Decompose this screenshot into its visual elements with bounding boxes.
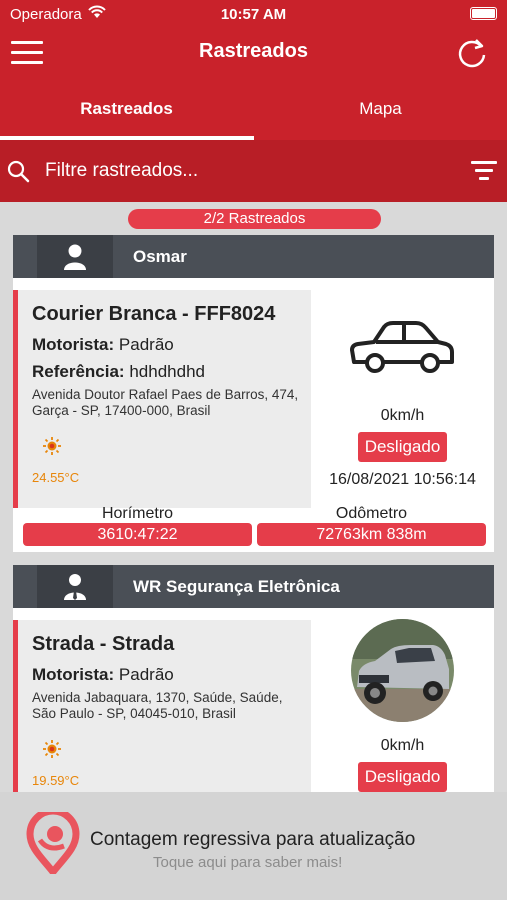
tab-rastreados[interactable]: Rastreados [0,78,253,140]
temperature: 19.59°C [32,773,80,788]
driver-value: Padrão [118,335,174,354]
car-photo [351,619,454,722]
group-icon-box [37,565,113,608]
group-name: WR Segurança Eletrônica [133,577,340,596]
reference-value: hdhdhdhd [129,362,205,381]
refresh-icon[interactable] [455,36,489,70]
group-header[interactable]: WR Segurança Eletrônica [13,565,494,608]
group-name: Osmar [133,247,187,266]
vehicle-title: Strada - Strada [32,633,175,655]
banner-title: Contagem regressiva para atualização [90,829,416,850]
car-outline-icon [350,321,454,373]
group-icon-box [37,235,113,278]
status-bar: Operadora 10:57 AM [0,0,507,28]
sun-icon [43,437,61,455]
hourmeter-value: 3610:47:22 [23,523,252,546]
banner-subtitle: Toque aqui para saber mais! [153,854,343,871]
group-header[interactable]: Osmar [13,235,494,278]
driver-label: Motorista: [32,665,115,684]
ignition-status-badge: Desligado [358,762,447,792]
reference-label: Referência: [32,362,125,381]
odometer-label: Odômetro [335,505,408,522]
driver-row: Motorista: Padrão [32,335,174,355]
app-logo-icon [26,812,80,874]
vehicle-info: Strada - Strada Motorista: Padrão Avenid… [13,620,311,792]
driver-row: Motorista: Padrão [32,665,174,685]
vehicle-speed: 0km/h [380,737,425,754]
search-input[interactable] [45,156,445,186]
search-icon [7,160,30,183]
tab-mapa[interactable]: Mapa [254,78,507,140]
reference-row: Referência: hdhdhdhd [32,362,205,382]
battery-icon [470,7,497,20]
page-title: Rastreados [199,40,308,62]
clock: 10:57 AM [220,6,287,23]
person-icon [64,244,86,270]
search-bar [0,140,507,202]
odometer-value: 72763km 838m [257,523,486,546]
business-person-icon [64,574,86,600]
vehicle-info: Courier Branca - FFF8024 Motorista: Padr… [13,290,311,508]
vehicle-address: Avenida Jabaquara, 1370, Saúde, Saúde, S… [32,690,283,721]
driver-value: Padrão [118,665,174,684]
vehicle-card[interactable]: Strada - Strada Motorista: Padrão Avenid… [13,608,494,792]
vehicle-speed: 0km/h [380,407,425,424]
last-update-datetime: 16/08/2021 10:56:14 [329,471,476,488]
hourmeter-label: Horímetro [101,505,174,522]
temperature: 24.55°C [32,470,80,485]
app-header: Rastreados [0,28,507,78]
tracked-count-badge: 2/2 Rastreados [128,209,381,229]
update-countdown-banner[interactable]: Contagem regressiva para atualização Toq… [0,792,507,900]
tab-bar: Rastreados Mapa [0,78,507,140]
driver-label: Motorista: [32,335,115,354]
filter-icon[interactable] [471,161,497,181]
vehicle-title: Courier Branca - FFF8024 [32,303,276,325]
ignition-status-badge: Desligado [358,432,447,462]
vehicle-address: Avenida Doutor Rafael Paes de Barros, 47… [32,387,299,418]
vehicle-card[interactable]: Courier Branca - FFF8024 Motorista: Padr… [13,278,494,552]
sun-icon [43,740,61,758]
